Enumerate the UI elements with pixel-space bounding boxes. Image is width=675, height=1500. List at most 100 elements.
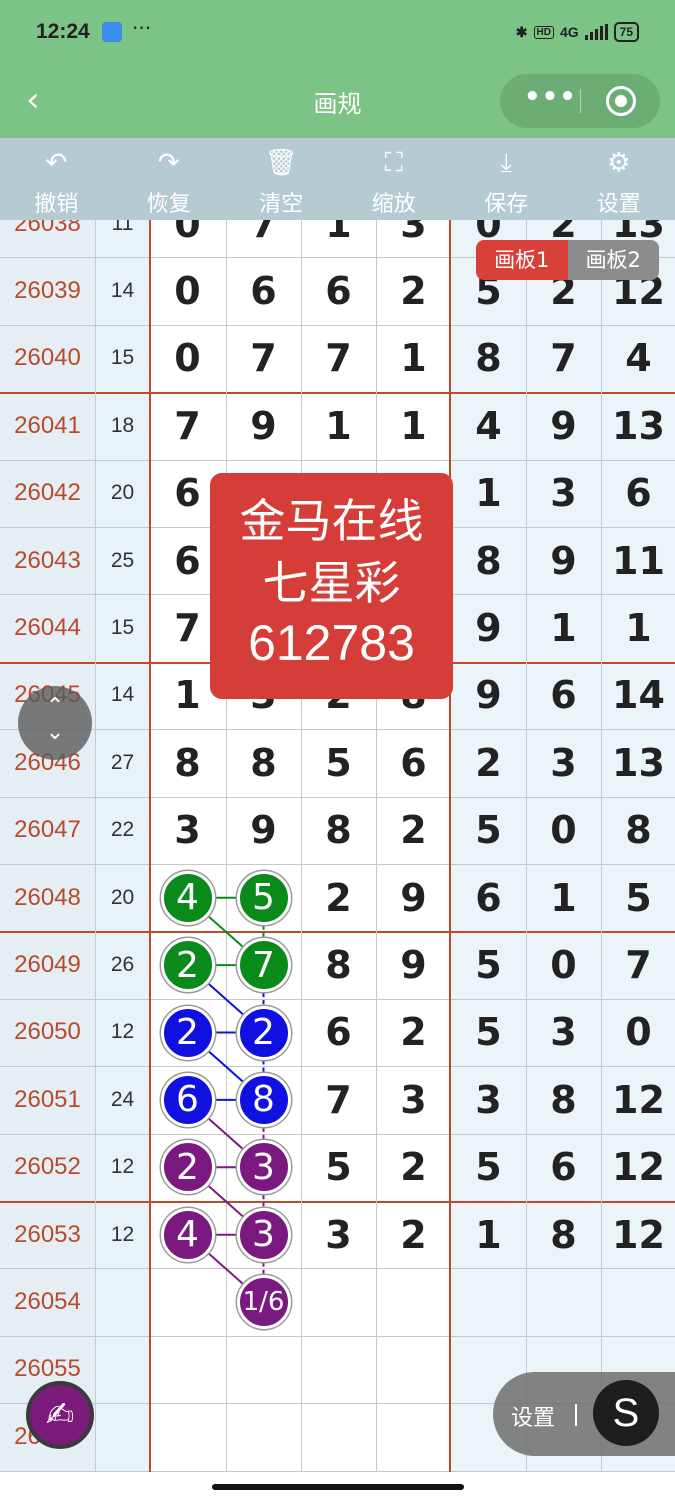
digit-cell[interactable]: 6 xyxy=(301,257,376,324)
digit-cell[interactable]: 8 xyxy=(451,324,526,393)
digit-cell[interactable] xyxy=(150,1268,225,1335)
tool-download[interactable]: ⤓ 保存 xyxy=(450,138,563,220)
digit-cell[interactable]: 7 xyxy=(226,220,301,257)
digit-cell[interactable]: 0 xyxy=(150,325,225,392)
digit-cell[interactable]: 8 xyxy=(301,797,376,864)
digit-cell[interactable]: 7 xyxy=(301,1066,376,1133)
digit-cell[interactable]: 13 xyxy=(601,729,675,797)
digit-cell[interactable]: 13 xyxy=(601,392,675,460)
digit-cell[interactable] xyxy=(301,1268,376,1335)
scroll-handle[interactable]: ⌃ ⌄ xyxy=(18,686,92,760)
digit-cell[interactable]: 9 xyxy=(376,864,451,931)
mark-circle[interactable]: 8 xyxy=(236,1072,291,1127)
mark-circle[interactable]: 1/6 xyxy=(236,1275,291,1330)
mark-circle[interactable]: 3 xyxy=(236,1207,291,1262)
digit-cell[interactable]: 3 xyxy=(526,998,601,1067)
digit-cell[interactable]: 1 xyxy=(301,220,376,257)
digit-cell[interactable] xyxy=(601,1268,675,1336)
digit-cell[interactable]: 5 xyxy=(451,931,526,999)
digit-cell[interactable]: 2 xyxy=(451,729,526,797)
digit-cell[interactable]: 0 xyxy=(150,220,225,257)
digit-cell[interactable]: 1 xyxy=(451,459,526,527)
digit-cell[interactable]: 7 xyxy=(601,931,675,999)
digit-cell[interactable] xyxy=(376,1403,451,1470)
digit-cell[interactable]: 1 xyxy=(376,325,451,392)
digit-cell[interactable]: 12 xyxy=(601,1133,675,1201)
mark-circle[interactable]: 4 xyxy=(160,1207,215,1262)
digit-cell[interactable]: 9 xyxy=(526,527,601,595)
mark-circle[interactable]: 6 xyxy=(160,1072,215,1127)
digit-cell[interactable]: 9 xyxy=(226,392,301,459)
mark-circle[interactable]: 5 xyxy=(236,870,291,925)
tool-redo[interactable]: ↷ 恢复 xyxy=(113,138,226,220)
digit-cell[interactable] xyxy=(301,1336,376,1403)
digit-cell[interactable]: 3 xyxy=(526,729,601,797)
digit-cell[interactable]: 14 xyxy=(601,661,675,730)
digit-cell[interactable]: 5 xyxy=(451,1133,526,1201)
tool-zoom[interactable]: ⛶ 缩放 xyxy=(338,138,451,220)
digit-cell[interactable]: 6 xyxy=(526,1133,601,1201)
digit-cell[interactable]: 5 xyxy=(601,864,675,932)
digit-cell[interactable] xyxy=(150,1403,225,1470)
digit-cell[interactable]: 7 xyxy=(526,324,601,393)
mark-circle[interactable]: 3 xyxy=(236,1140,291,1195)
digit-cell[interactable]: 0 xyxy=(526,931,601,999)
digit-cell[interactable]: 1 xyxy=(526,594,601,662)
digit-cell[interactable]: 1 xyxy=(451,1201,526,1269)
tab-board-1[interactable]: 画板1 xyxy=(476,240,568,280)
mark-circle[interactable]: 4 xyxy=(160,870,215,925)
digit-cell[interactable]: 2 xyxy=(376,1201,451,1268)
digit-cell[interactable] xyxy=(301,1403,376,1470)
digit-cell[interactable]: 2 xyxy=(376,797,451,864)
settings-button[interactable]: 设置 xyxy=(511,1400,555,1432)
digit-cell[interactable]: 9 xyxy=(526,392,601,460)
digit-cell[interactable]: 12 xyxy=(601,1201,675,1269)
digit-cell[interactable]: 2 xyxy=(376,999,451,1066)
digit-cell[interactable]: 3 xyxy=(376,1066,451,1133)
digit-cell[interactable]: 3 xyxy=(451,1066,526,1134)
digit-cell[interactable]: 0 xyxy=(526,796,601,864)
digit-cell[interactable]: 0 xyxy=(150,257,225,324)
digit-cell[interactable]: 6 xyxy=(376,729,451,796)
digit-cell[interactable] xyxy=(226,1336,301,1403)
digit-cell[interactable]: 6 xyxy=(226,257,301,324)
digit-cell[interactable]: 8 xyxy=(601,796,675,864)
digit-cell[interactable]: 3 xyxy=(526,459,601,527)
digit-cell[interactable]: 9 xyxy=(376,931,451,998)
digit-cell[interactable]: 8 xyxy=(150,729,225,796)
digit-cell[interactable] xyxy=(376,1336,451,1403)
digit-cell[interactable]: 8 xyxy=(526,1201,601,1269)
digit-cell[interactable]: 6 xyxy=(301,999,376,1066)
digit-cell[interactable] xyxy=(226,1403,301,1470)
digit-cell[interactable]: 1 xyxy=(526,864,601,932)
digit-cell[interactable]: 6 xyxy=(526,661,601,730)
digit-cell[interactable]: 2 xyxy=(376,257,451,324)
digit-cell[interactable]: 8 xyxy=(301,931,376,998)
s-button[interactable]: S xyxy=(593,1380,659,1446)
tab-board-2[interactable]: 画板2 xyxy=(567,240,659,280)
digit-cell[interactable] xyxy=(451,1268,526,1336)
digit-cell[interactable] xyxy=(150,1336,225,1403)
digit-cell[interactable] xyxy=(526,1268,601,1336)
digit-cell[interactable]: 1 xyxy=(601,594,675,662)
digit-cell[interactable]: 6 xyxy=(451,864,526,932)
digit-cell[interactable]: 7 xyxy=(226,325,301,392)
digit-cell[interactable]: 5 xyxy=(451,796,526,864)
digit-cell[interactable]: 5 xyxy=(301,1134,376,1201)
tool-undo[interactable]: ↶ 撤销 xyxy=(0,138,113,220)
number-grid[interactable]: 26038 11 0 7 1 3 0 2 13 26039 14 0 6 6 2 5 2 12 26040 15 0 7 7… xyxy=(0,220,675,1472)
digit-cell[interactable]: 2 xyxy=(301,864,376,931)
close-target-icon[interactable] xyxy=(606,86,636,116)
tool-gear[interactable]: ⚙ 设置 xyxy=(563,138,675,220)
digit-cell[interactable]: 3 xyxy=(301,1201,376,1268)
mark-circle[interactable]: 2 xyxy=(236,1005,291,1060)
digit-cell[interactable]: 6 xyxy=(601,459,675,527)
mark-circle[interactable]: 2 xyxy=(160,938,215,993)
pen-button[interactable]: ✍ xyxy=(26,1381,94,1449)
digit-cell[interactable]: 12 xyxy=(601,1066,675,1134)
digit-cell[interactable]: 7 xyxy=(301,325,376,392)
digit-cell[interactable]: 8 xyxy=(451,527,526,595)
digit-cell[interactable] xyxy=(376,1268,451,1335)
digit-cell[interactable]: 4 xyxy=(451,392,526,460)
digit-cell[interactable]: 7 xyxy=(150,392,225,459)
